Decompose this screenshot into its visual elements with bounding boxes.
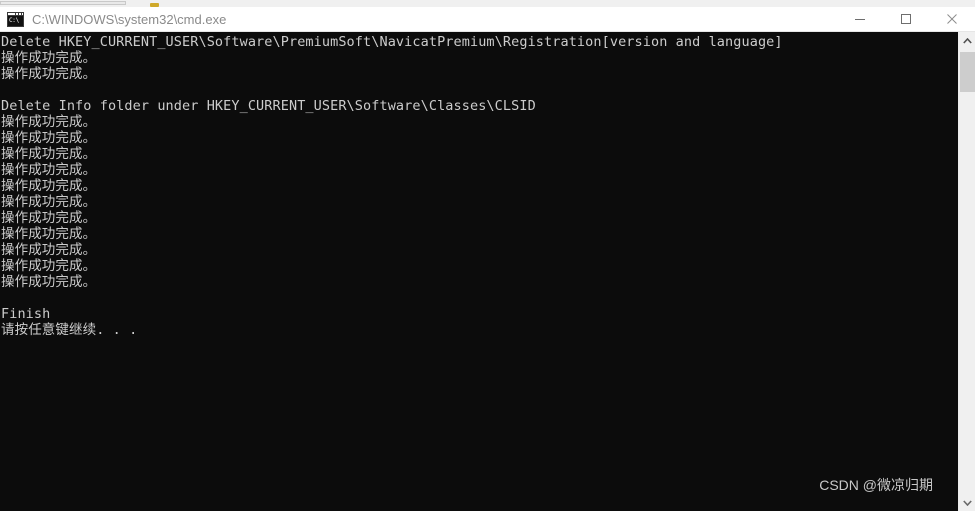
chevron-up-icon [963,37,972,44]
close-button[interactable] [929,7,975,31]
console-line: Delete HKEY_CURRENT_USER\Software\Premiu… [1,34,783,50]
console-line: 操作成功完成。 [1,242,97,258]
maximize-button[interactable] [883,7,929,31]
console-line: 操作成功完成。 [1,130,97,146]
window-titlebar[interactable]: C:\ C:\WINDOWS\system32\cmd.exe [0,7,975,32]
console-line: 操作成功完成。 [1,210,97,226]
console-line: 操作成功完成。 [1,114,97,130]
close-icon [947,14,957,24]
screen: C:\ C:\WINDOWS\system32\cmd.exe Delete H… [0,0,975,511]
chevron-down-icon [963,499,972,506]
console-line: 操作成功完成。 [1,146,97,162]
window-controls [837,7,975,31]
console-line: Finish [1,306,51,322]
minimize-icon [855,19,865,20]
maximize-icon [901,14,911,24]
console-line: 操作成功完成。 [1,50,97,66]
console-line: 操作成功完成。 [1,66,97,82]
window-title: C:\WINDOWS\system32\cmd.exe [32,11,227,27]
scroll-up-arrow[interactable] [959,32,975,49]
console-line: 操作成功完成。 [1,258,97,274]
console-line: 操作成功完成。 [1,194,97,210]
cmd-icon-prompt-text: C:\ [8,15,23,26]
console-line: 操作成功完成。 [1,226,97,242]
console-line: 请按任意键继续. . . [1,322,138,338]
watermark-text: CSDN @微凉归期 [819,477,933,493]
console-line: 操作成功完成。 [1,162,97,178]
minimize-button[interactable] [837,7,883,31]
console-output-area[interactable]: Delete HKEY_CURRENT_USER\Software\Premiu… [0,32,958,511]
console-line: 操作成功完成。 [1,178,97,194]
console-line: 操作成功完成。 [1,274,97,290]
console-line: Delete Info folder under HKEY_CURRENT_US… [1,98,536,114]
console-text: Delete HKEY_CURRENT_USER\Software\Premiu… [0,32,958,338]
vertical-scrollbar[interactable] [958,32,975,511]
cmd-console-icon: C:\ [7,11,24,27]
background-window-bar [0,1,126,5]
scrollbar-thumb[interactable] [960,52,975,92]
scroll-down-arrow[interactable] [959,494,975,511]
